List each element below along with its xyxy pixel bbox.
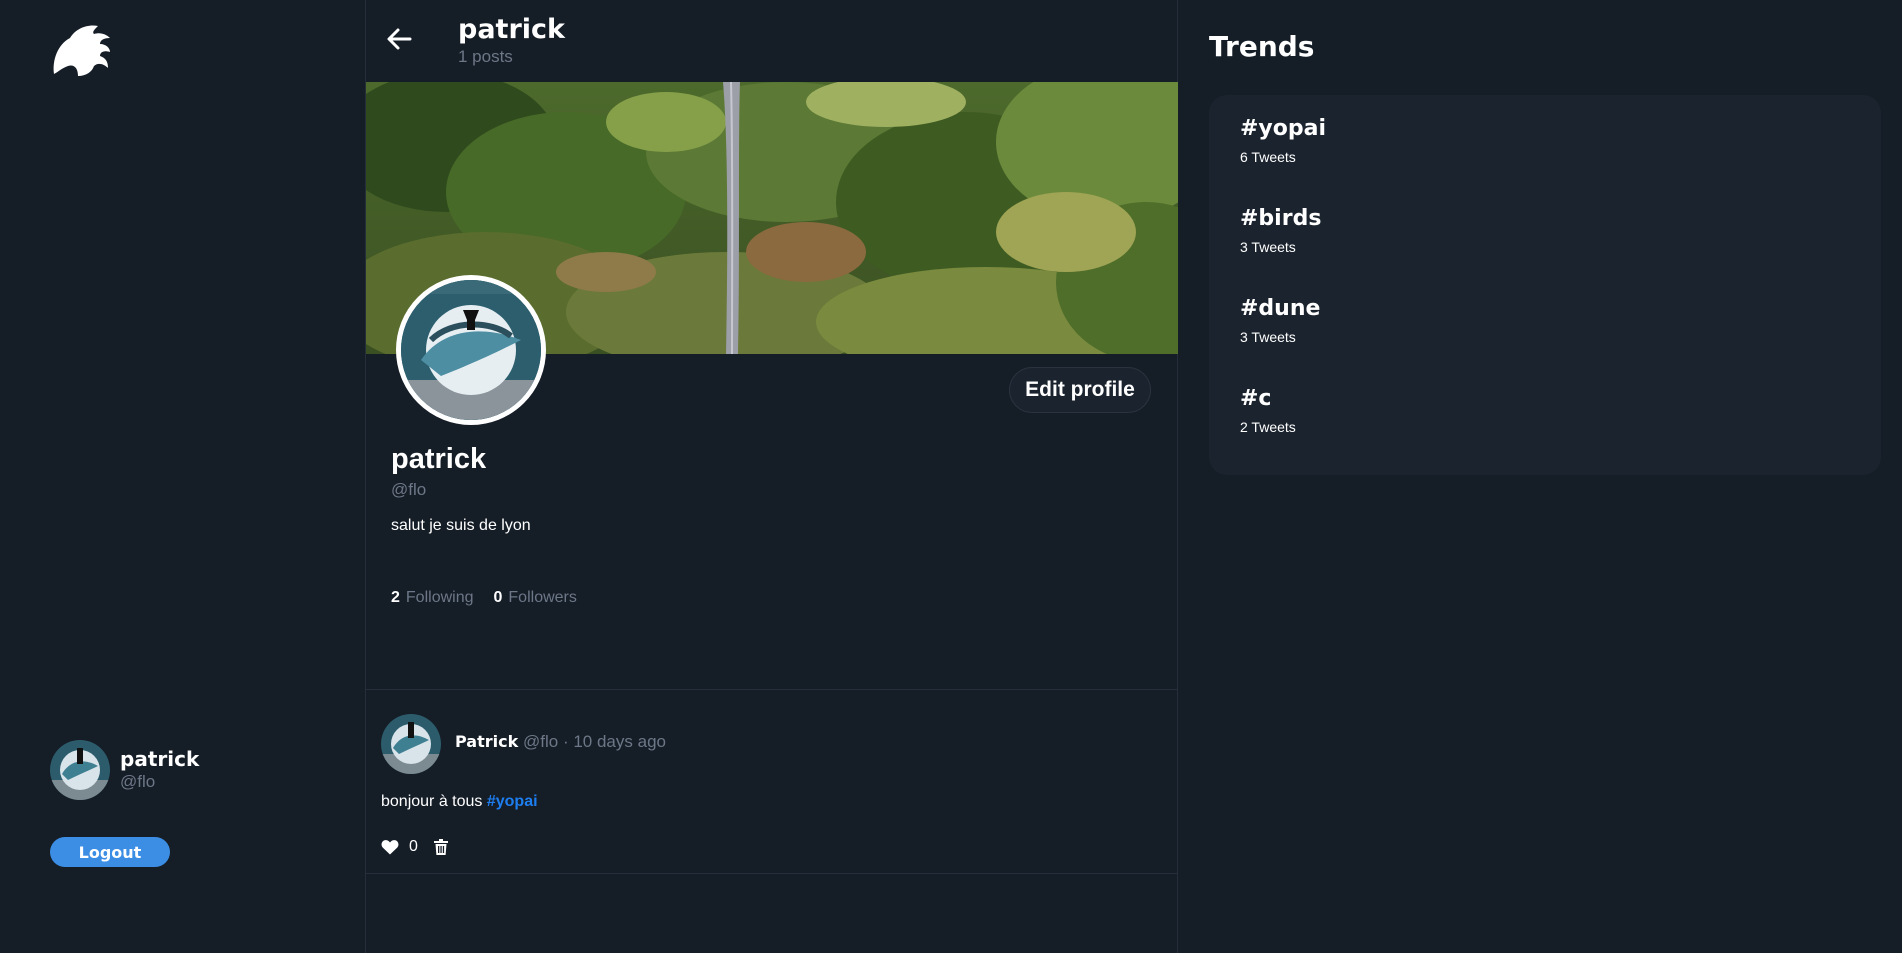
trend-item[interactable]: #c 2 Tweets [1240, 385, 1296, 435]
heart-icon[interactable] [381, 839, 399, 855]
logout-button[interactable]: Logout [50, 837, 170, 867]
page-title: patrick [458, 14, 565, 45]
post-count: 1 posts [458, 47, 513, 66]
profile-bio: salut je suis de lyon [391, 517, 531, 534]
trend-count: 6 Tweets [1240, 149, 1296, 165]
trend-count: 2 Tweets [1240, 419, 1296, 435]
followers-label: Followers [508, 589, 577, 606]
post-actions: 0 [381, 838, 448, 856]
edit-profile-button[interactable]: Edit profile [1009, 367, 1151, 413]
trend-hashtag: #dune [1240, 296, 1321, 321]
trend-item[interactable]: #birds 3 Tweets [1240, 205, 1321, 255]
trend-count: 3 Tweets [1240, 239, 1296, 255]
left-sidebar: patrick @flo Logout [0, 0, 365, 953]
right-sidebar: Trends #yopai 6 Tweets #birds 3 Tweets #… [1178, 0, 1902, 953]
profile-handle: @flo [391, 480, 427, 499]
post-separator: · [562, 732, 569, 751]
profile-avatar[interactable] [396, 275, 546, 425]
trend-hashtag: #yopai [1240, 116, 1327, 141]
trends-panel: #yopai 6 Tweets #birds 3 Tweets #dune 3 … [1209, 95, 1881, 475]
back-arrow-icon[interactable] [384, 24, 414, 54]
profile-name: patrick [391, 443, 487, 475]
divider [366, 873, 1178, 874]
trend-hashtag: #c [1240, 386, 1272, 411]
followers-count: 0 [493, 589, 503, 606]
trend-hashtag: #birds [1240, 206, 1322, 231]
post-author-avatar[interactable] [381, 714, 441, 774]
trend-item[interactable]: #yopai 6 Tweets [1240, 115, 1326, 165]
app-logo-icon[interactable] [48, 22, 112, 78]
trends-title: Trends [1209, 30, 1315, 63]
post-hashtag-link[interactable]: #yopai [487, 793, 538, 810]
post-text: bonjour à tous [381, 793, 487, 810]
following-count: 2 [391, 589, 400, 606]
sidebar-user-handle: @flo [120, 772, 156, 791]
followers-link[interactable]: 0 Followers [494, 589, 577, 607]
trend-count: 3 Tweets [1240, 329, 1296, 345]
post-body: bonjour à tous #yopai [381, 793, 538, 811]
following-label: Following [405, 589, 474, 606]
trend-item[interactable]: #dune 3 Tweets [1240, 295, 1320, 345]
post-author-handle: @flo [522, 732, 559, 751]
following-link[interactable]: 2 Following [391, 589, 474, 607]
avatar [50, 740, 110, 800]
like-count: 0 [409, 838, 418, 855]
post-timestamp: 10 days ago [573, 732, 666, 751]
profile-header: patrick 1 posts [366, 0, 1177, 82]
follow-stats: 2 Following 0 Followers [391, 589, 577, 607]
sidebar-user-name: patrick [120, 747, 200, 771]
post-header: Patrick @flo · 10 days ago [455, 732, 666, 752]
post-author-name[interactable]: Patrick [455, 732, 518, 751]
post-item[interactable]: Patrick @flo · 10 days ago bonjour à tou… [366, 690, 1178, 873]
profile-column: patrick 1 posts Edit profile patrick @fl… [365, 0, 1178, 953]
trash-icon[interactable] [433, 839, 448, 855]
sidebar-user-card[interactable]: patrick @flo [50, 740, 199, 800]
